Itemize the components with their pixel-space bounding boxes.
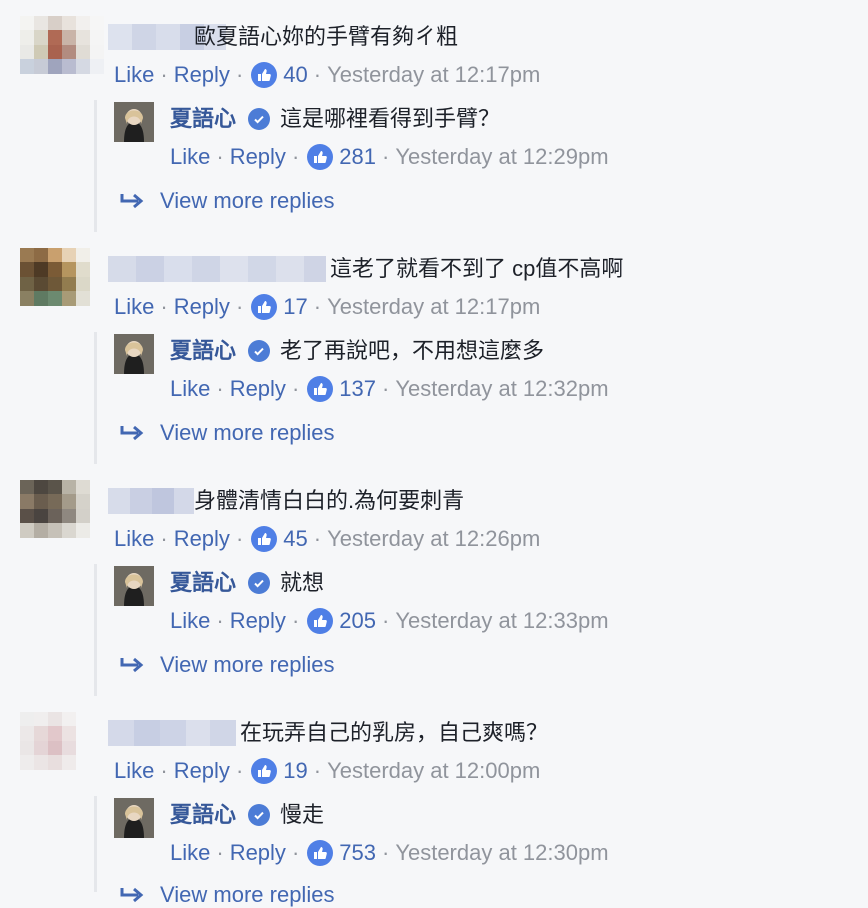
reply-link[interactable]: Reply xyxy=(230,376,286,402)
reply-link[interactable]: Reply xyxy=(174,62,230,88)
comment-actions: Like · Reply · 19 · Yesterday at 12:00pm xyxy=(114,758,541,784)
reply-author-name[interactable]: 夏語心 xyxy=(170,106,236,132)
thumbs-up-icon xyxy=(251,758,278,784)
reply-avatar[interactable] xyxy=(114,334,154,374)
reply-link[interactable]: Reply xyxy=(174,294,230,320)
reply-actions: Like · Reply · 281 · Yesterday at 12:29p… xyxy=(170,144,609,170)
blurred-author-name[interactable] xyxy=(108,488,194,514)
verified-badge-icon xyxy=(248,108,270,130)
like-link[interactable]: Like xyxy=(114,294,154,320)
thread-line xyxy=(94,332,97,464)
timestamp[interactable]: Yesterday at 12:00pm xyxy=(327,758,540,784)
timestamp[interactable]: Yesterday at 12:29pm xyxy=(395,144,608,170)
like-link[interactable]: Like xyxy=(170,376,210,402)
reply-avatar[interactable] xyxy=(114,102,154,142)
like-count[interactable]: 45 xyxy=(283,526,307,552)
verified-badge-icon xyxy=(248,572,270,594)
thread-line xyxy=(94,796,97,892)
like-count[interactable]: 40 xyxy=(283,62,307,88)
like-link[interactable]: Like xyxy=(170,840,210,866)
verified-badge-icon xyxy=(248,340,270,362)
view-more-replies-label[interactable]: View more replies xyxy=(160,652,334,678)
reply-actions: Like · Reply · 205 · Yesterday at 12:33p… xyxy=(170,608,609,634)
comment-thread: 身體清情白白的.為何要刺青 Like · Reply · 45 · Yester… xyxy=(0,464,868,696)
reply-link[interactable]: Reply xyxy=(230,144,286,170)
thumbs-up-icon xyxy=(307,144,334,170)
timestamp[interactable]: Yesterday at 12:30pm xyxy=(395,840,608,866)
like-count[interactable]: 19 xyxy=(283,758,307,784)
thread-line xyxy=(94,564,97,696)
thumbs-up-icon xyxy=(307,840,334,866)
thread-line xyxy=(94,100,97,232)
like-count[interactable]: 753 xyxy=(339,840,376,866)
avatar[interactable] xyxy=(20,248,104,320)
reply-author-name[interactable]: 夏語心 xyxy=(170,570,236,596)
reply-arrow-icon xyxy=(120,193,144,209)
like-count[interactable]: 137 xyxy=(339,376,376,402)
timestamp[interactable]: Yesterday at 12:26pm xyxy=(327,526,540,552)
blurred-author-name[interactable] xyxy=(108,720,236,746)
view-more-replies-label[interactable]: View more replies xyxy=(160,420,334,446)
verified-badge-icon xyxy=(248,804,270,826)
comment-actions: Like · Reply · 40 · Yesterday at 12:17pm xyxy=(114,62,541,88)
like-count[interactable]: 281 xyxy=(339,144,376,170)
reply-text: 這是哪裡看得到手臂？ xyxy=(280,106,501,131)
avatar[interactable] xyxy=(20,712,104,784)
reply-arrow-icon xyxy=(120,887,144,903)
like-link[interactable]: Like xyxy=(114,758,154,784)
comment-text: 這老了就看不到了 cp值不高啊 xyxy=(330,256,624,281)
comment-text: 在玩弄自己的乳房，自己爽嗎？ xyxy=(240,720,549,745)
avatar[interactable] xyxy=(20,480,104,552)
reply-link[interactable]: Reply xyxy=(230,608,286,634)
avatar[interactable] xyxy=(20,16,104,88)
reply-arrow-icon xyxy=(120,425,144,441)
reply-text: 慢走 xyxy=(280,802,325,827)
view-more-replies-label[interactable]: View more replies xyxy=(160,882,334,908)
like-count[interactable]: 205 xyxy=(339,608,376,634)
reply-author-name[interactable]: 夏語心 xyxy=(170,802,236,828)
comment-thread: 在玩弄自己的乳房，自己爽嗎？ Like · Reply · 19 · Yeste… xyxy=(0,696,868,907)
thumbs-up-icon xyxy=(307,608,334,634)
thumbs-up-icon xyxy=(251,62,278,88)
comment-thread: 歐夏語心妳的手臂有夠ㄔ粗 Like · Reply · 40 · Yesterd… xyxy=(0,0,868,232)
view-more-replies-link[interactable]: View more replies xyxy=(120,188,334,214)
comment-actions: Like · Reply · 17 · Yesterday at 12:17pm xyxy=(114,294,541,320)
reply-text: 就想 xyxy=(280,570,325,595)
comment-actions: Like · Reply · 45 · Yesterday at 12:26pm xyxy=(114,526,541,552)
view-more-replies-link[interactable]: View more replies xyxy=(120,420,334,446)
view-more-replies-link[interactable]: View more replies xyxy=(120,882,334,908)
comment-text: 身體清情白白的.為何要刺青 xyxy=(194,488,465,513)
timestamp[interactable]: Yesterday at 12:17pm xyxy=(327,62,540,88)
reply-arrow-icon xyxy=(120,657,144,673)
timestamp[interactable]: Yesterday at 12:17pm xyxy=(327,294,540,320)
reply-actions: Like · Reply · 137 · Yesterday at 12:32p… xyxy=(170,376,609,402)
like-link[interactable]: Like xyxy=(170,608,210,634)
timestamp[interactable]: Yesterday at 12:32pm xyxy=(395,376,608,402)
view-more-replies-label[interactable]: View more replies xyxy=(160,188,334,214)
thumbs-up-icon xyxy=(251,294,278,320)
thumbs-up-icon xyxy=(307,376,334,402)
blurred-author-name[interactable] xyxy=(108,256,326,282)
reply-avatar[interactable] xyxy=(114,566,154,606)
like-count[interactable]: 17 xyxy=(283,294,307,320)
like-link[interactable]: Like xyxy=(170,144,210,170)
reply-actions: Like · Reply · 753 · Yesterday at 12:30p… xyxy=(170,840,609,866)
thumbs-up-icon xyxy=(251,526,278,552)
like-link[interactable]: Like xyxy=(114,62,154,88)
comment-text: 歐夏語心妳的手臂有夠ㄔ粗 xyxy=(194,24,459,49)
comment-thread: 這老了就看不到了 cp值不高啊 Like · Reply · 17 · Yest… xyxy=(0,232,868,464)
reply-link[interactable]: Reply xyxy=(230,840,286,866)
reply-author-name[interactable]: 夏語心 xyxy=(170,338,236,364)
reply-link[interactable]: Reply xyxy=(174,526,230,552)
reply-link[interactable]: Reply xyxy=(174,758,230,784)
timestamp[interactable]: Yesterday at 12:33pm xyxy=(395,608,608,634)
view-more-replies-link[interactable]: View more replies xyxy=(120,652,334,678)
like-link[interactable]: Like xyxy=(114,526,154,552)
reply-text: 老了再說吧，不用想這麼多 xyxy=(280,338,545,363)
reply-avatar[interactable] xyxy=(114,798,154,838)
